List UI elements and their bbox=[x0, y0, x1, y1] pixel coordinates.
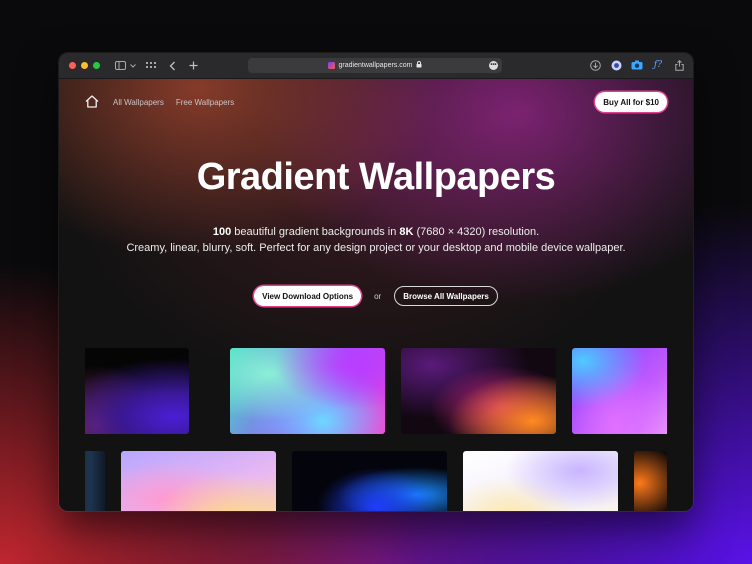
camera-icon[interactable] bbox=[631, 59, 643, 71]
browser-window: gradientwallpapers.com ••• ƒ? All Wallpa… bbox=[59, 53, 693, 511]
hero-description: 100 beautiful gradient backgrounds in 8K… bbox=[59, 224, 693, 256]
description-line-2: Creamy, linear, blurry, soft. Perfect fo… bbox=[126, 242, 626, 254]
description-text: beautiful gradient backgrounds in bbox=[231, 226, 400, 238]
wallpaper-gallery bbox=[85, 345, 667, 511]
more-icon[interactable]: ••• bbox=[489, 61, 498, 70]
wallpaper-thumbnail[interactable] bbox=[85, 451, 105, 511]
nav-link-all-wallpapers[interactable]: All Wallpapers bbox=[113, 98, 164, 107]
home-icon[interactable] bbox=[85, 95, 99, 109]
wallpaper-thumbnail[interactable] bbox=[85, 348, 189, 434]
address-bar[interactable]: gradientwallpapers.com ••• bbox=[248, 58, 502, 73]
lock-icon bbox=[416, 61, 422, 70]
url-text: gradientwallpapers.com bbox=[338, 62, 413, 69]
wallpaper-thumbnail[interactable] bbox=[292, 451, 447, 511]
browse-all-wallpapers-button[interactable]: Browse All Wallpapers bbox=[394, 286, 498, 306]
view-download-options-button[interactable]: View Download Options bbox=[254, 286, 362, 306]
share-icon[interactable] bbox=[673, 59, 685, 71]
chevron-down-icon[interactable] bbox=[130, 60, 136, 72]
window-controls bbox=[69, 62, 100, 69]
extension-icon[interactable] bbox=[610, 59, 622, 71]
page-viewport: All Wallpapers Free Wallpapers Buy All f… bbox=[59, 79, 693, 511]
wallpaper-thumbnail[interactable] bbox=[230, 348, 385, 434]
maximize-window-button[interactable] bbox=[93, 62, 100, 69]
back-icon[interactable] bbox=[166, 60, 178, 72]
wallpaper-thumbnail[interactable] bbox=[463, 451, 618, 511]
description-line-1: 100 beautiful gradient backgrounds in 8K… bbox=[59, 224, 693, 240]
browser-toolbar: gradientwallpapers.com ••• ƒ? bbox=[59, 53, 693, 79]
new-tab-icon[interactable] bbox=[187, 60, 199, 72]
tab-grid-icon[interactable] bbox=[145, 60, 157, 72]
wallpaper-count: 100 bbox=[212, 226, 232, 238]
close-window-button[interactable] bbox=[69, 62, 76, 69]
wallpaper-thumbnail[interactable] bbox=[572, 348, 667, 434]
site-favicon bbox=[327, 62, 335, 69]
resolution-label: 8K bbox=[399, 226, 414, 238]
nav-link-free-wallpapers[interactable]: Free Wallpapers bbox=[176, 98, 234, 107]
sidebar-icon[interactable] bbox=[114, 60, 126, 72]
wallpaper-thumbnail[interactable] bbox=[121, 451, 276, 511]
formula-icon[interactable]: ƒ? bbox=[652, 59, 664, 71]
page-title: Gradient Wallpapers bbox=[196, 156, 556, 198]
cta-row: View Download Options or Browse All Wall… bbox=[59, 286, 693, 306]
wallpaper-thumbnail[interactable] bbox=[401, 348, 556, 434]
resolution-detail: (7680 × 4320) resolution. bbox=[413, 226, 540, 238]
minimize-window-button[interactable] bbox=[81, 62, 88, 69]
site-nav: All Wallpapers Free Wallpapers Buy All f… bbox=[85, 92, 667, 112]
wallpaper-thumbnail[interactable] bbox=[634, 451, 667, 511]
or-separator: or bbox=[374, 291, 382, 301]
buy-all-button[interactable]: Buy All for $10 bbox=[595, 92, 667, 112]
download-icon[interactable] bbox=[589, 59, 601, 71]
